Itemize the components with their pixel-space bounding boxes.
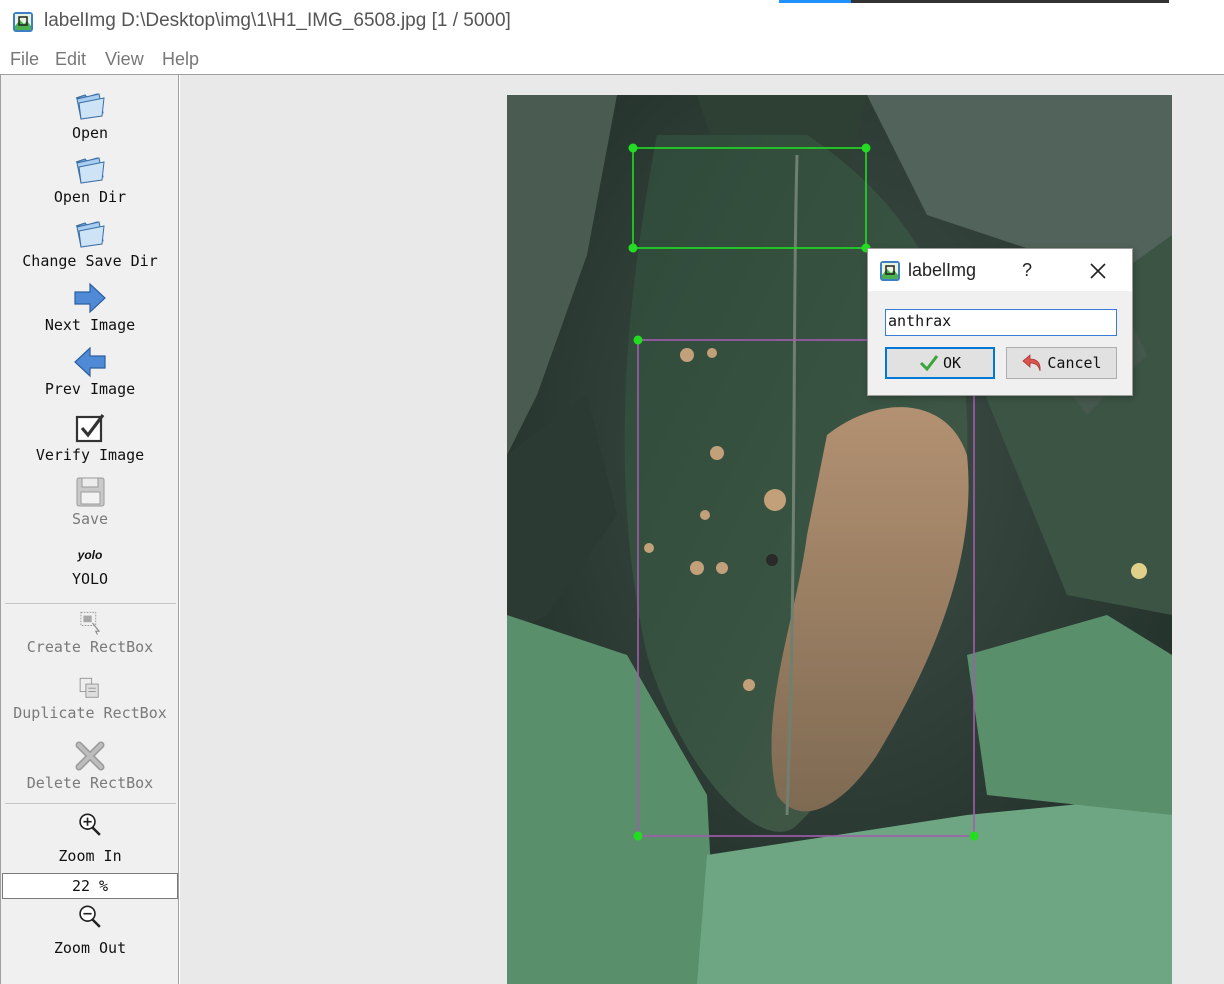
verify-image-button[interactable]: Verify Image bbox=[1, 411, 179, 464]
copy-icon bbox=[79, 677, 99, 698]
bbox-handle[interactable] bbox=[633, 335, 643, 345]
dialog-title-bar: labelImg ? bbox=[868, 249, 1132, 291]
next-image-button[interactable]: Next Image bbox=[1, 281, 179, 334]
close-icon[interactable] bbox=[1088, 261, 1108, 281]
menu-view[interactable]: View bbox=[105, 49, 144, 70]
checkmark-icon bbox=[919, 355, 939, 372]
yolo-icon: yolo bbox=[77, 548, 103, 562]
zoom-in-button[interactable]: Zoom In bbox=[1, 811, 179, 865]
ok-label: OK bbox=[942, 354, 962, 372]
zoom-level-spinbox[interactable]: 22 % bbox=[2, 873, 178, 899]
format-yolo-button[interactable]: yolo YOLO bbox=[1, 541, 179, 588]
arrow-right-icon bbox=[74, 282, 106, 314]
labelimg-app-icon bbox=[880, 261, 900, 281]
create-rectbox-label: Create RectBox bbox=[26, 638, 154, 656]
rectangle-draw-icon bbox=[80, 611, 101, 635]
menu-file[interactable]: File bbox=[10, 49, 39, 70]
zoom-out-label: Zoom Out bbox=[53, 939, 127, 957]
left-toolbar: Open Open Dir Change Save Dir Next Image… bbox=[0, 75, 179, 984]
help-button[interactable]: ? bbox=[1022, 260, 1032, 281]
bbox-handle[interactable] bbox=[633, 831, 643, 841]
zoom-out-icon bbox=[79, 905, 101, 928]
leaf-photo bbox=[507, 95, 1172, 984]
delete-rectbox-label: Delete RectBox bbox=[26, 774, 154, 792]
bbox-handle[interactable] bbox=[628, 143, 638, 153]
save-label: Save bbox=[71, 510, 109, 528]
open-dir-label: Open Dir bbox=[53, 188, 127, 206]
change-save-dir-button[interactable]: Change Save Dir bbox=[1, 217, 179, 270]
duplicate-rectbox-button[interactable]: Duplicate RectBox bbox=[1, 675, 179, 722]
delete-rectbox-button[interactable]: Delete RectBox bbox=[1, 739, 179, 792]
toolbar-separator bbox=[5, 603, 176, 604]
duplicate-rectbox-label: Duplicate RectBox bbox=[13, 704, 167, 722]
title-dark-line bbox=[851, 0, 1169, 3]
open-dir-button[interactable]: Open Dir bbox=[1, 153, 179, 206]
folder-open-icon bbox=[75, 221, 105, 248]
bbox-handle[interactable] bbox=[861, 143, 871, 153]
title-accent-line bbox=[779, 0, 851, 3]
cancel-label: Cancel bbox=[1047, 354, 1102, 372]
format-label: YOLO bbox=[71, 570, 109, 588]
dialog-title: labelImg bbox=[908, 260, 977, 280]
label-dialog: labelImg ? anthrax OK Cancel bbox=[867, 248, 1133, 396]
prev-image-button[interactable]: Prev Image bbox=[1, 345, 179, 398]
open-button[interactable]: Open bbox=[1, 89, 179, 142]
change-save-dir-label: Change Save Dir bbox=[22, 252, 158, 270]
arrow-left-icon bbox=[74, 346, 106, 378]
save-button[interactable]: Save bbox=[1, 475, 179, 528]
labelimg-app-icon bbox=[13, 12, 33, 32]
open-label: Open bbox=[71, 124, 109, 142]
undo-arrow-icon bbox=[1022, 354, 1041, 372]
cancel-button[interactable]: Cancel bbox=[1006, 347, 1117, 379]
menu-edit[interactable]: Edit bbox=[55, 49, 86, 70]
next-image-label: Next Image bbox=[44, 316, 136, 334]
zoom-out-button[interactable]: Zoom Out bbox=[1, 903, 179, 957]
window-title: labelImg D:\Desktop\img\1\H1_IMG_6508.jp… bbox=[44, 10, 511, 31]
bbox-handle[interactable] bbox=[628, 243, 638, 253]
checkbox-checked-icon bbox=[75, 414, 105, 443]
menu-bar: File Edit View Help bbox=[0, 44, 1224, 75]
folder-open-icon bbox=[75, 157, 105, 184]
menu-help[interactable]: Help bbox=[162, 49, 199, 70]
floppy-disk-icon bbox=[76, 477, 105, 507]
delete-x-icon bbox=[75, 741, 105, 771]
create-rectbox-button[interactable]: Create RectBox bbox=[1, 609, 179, 656]
folder-open-icon bbox=[75, 93, 105, 120]
image-canvas[interactable] bbox=[180, 75, 1224, 984]
prev-image-label: Prev Image bbox=[44, 380, 136, 398]
title-bar: labelImg D:\Desktop\img\1\H1_IMG_6508.jp… bbox=[0, 0, 1224, 44]
toolbar-separator bbox=[5, 803, 176, 804]
verify-image-label: Verify Image bbox=[35, 446, 145, 464]
zoom-in-icon bbox=[79, 813, 101, 836]
label-input[interactable]: anthrax bbox=[885, 309, 1117, 336]
bbox-handle[interactable] bbox=[969, 831, 979, 841]
zoom-in-label: Zoom In bbox=[58, 847, 122, 865]
ok-button[interactable]: OK bbox=[885, 347, 995, 379]
